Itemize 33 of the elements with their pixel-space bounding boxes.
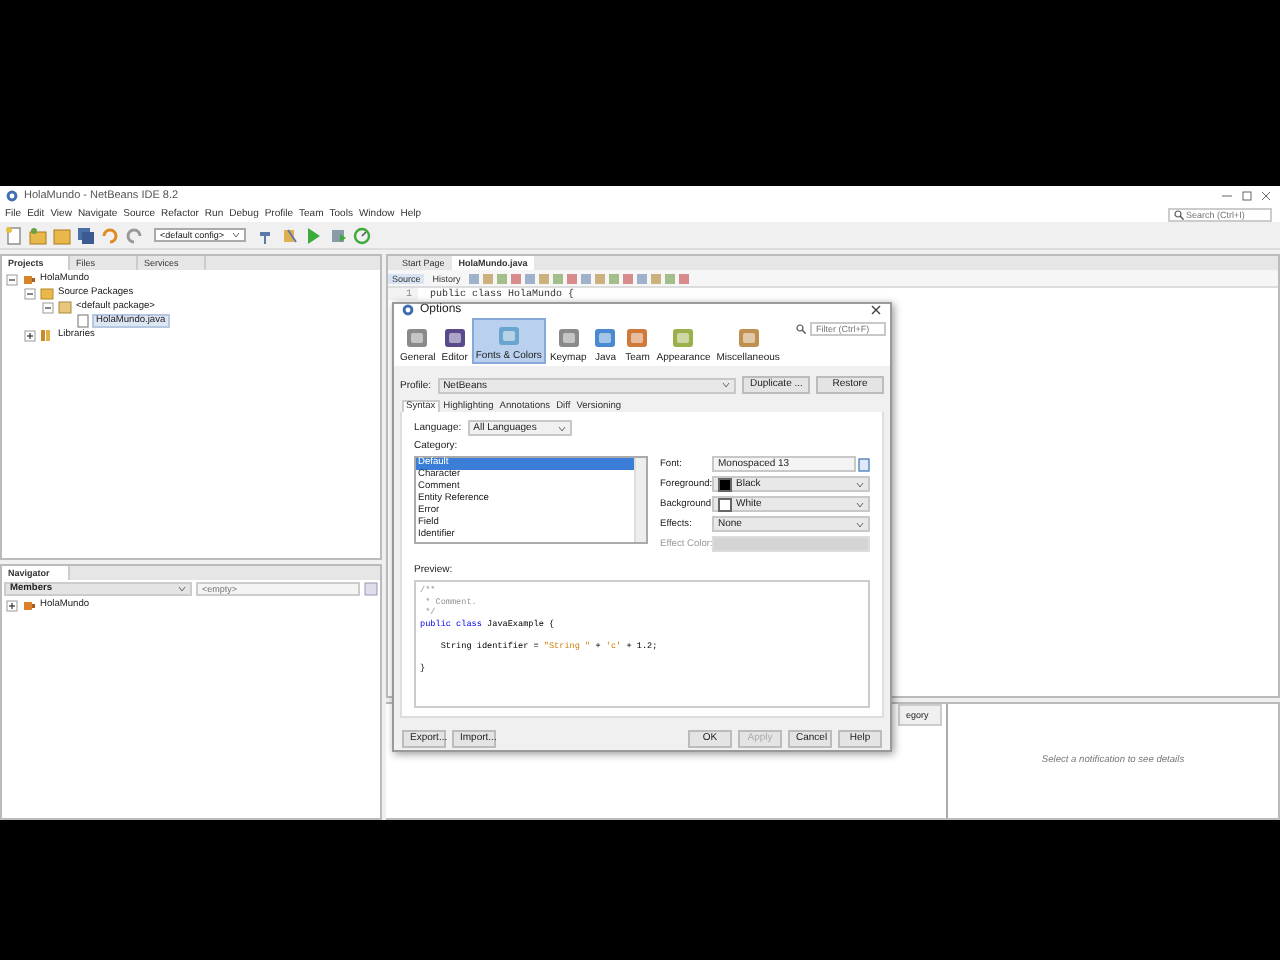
caret-icon [232, 232, 240, 238]
collapse-icon[interactable] [24, 287, 36, 299]
new-file-icon[interactable] [4, 225, 24, 245]
search-icon [796, 324, 806, 334]
save-all-icon[interactable] [76, 225, 96, 245]
caret-icon [557, 425, 566, 431]
minimize-icon[interactable] [1220, 190, 1234, 202]
profile-icon[interactable] [352, 225, 372, 245]
redo-icon[interactable] [124, 225, 144, 245]
file-icon [75, 314, 89, 328]
coffee-cup-icon [21, 598, 35, 612]
expand-icon[interactable] [24, 329, 36, 341]
coffee-cup-icon [21, 272, 35, 286]
caret-icon [856, 521, 864, 527]
caret-icon [178, 586, 186, 592]
close-icon[interactable] [1260, 190, 1274, 202]
scrollbar[interactable] [634, 458, 646, 542]
caret-icon [856, 501, 864, 507]
package-icon [57, 300, 71, 314]
filter-icon[interactable] [364, 582, 378, 596]
debug-icon[interactable] [328, 225, 348, 245]
close-icon[interactable] [870, 304, 882, 316]
search-icon [1174, 209, 1184, 219]
editor-toolbar-drawing[interactable] [468, 271, 693, 285]
collapse-icon[interactable] [42, 301, 54, 313]
caret-icon [722, 382, 730, 388]
caret-icon [856, 481, 864, 487]
maximize-icon[interactable] [1240, 190, 1254, 202]
expand-icon[interactable] [6, 599, 18, 611]
new-project-icon[interactable] [28, 225, 48, 245]
collapse-icon[interactable] [6, 273, 18, 285]
folder-icon [39, 286, 53, 300]
books-icon [39, 328, 53, 342]
